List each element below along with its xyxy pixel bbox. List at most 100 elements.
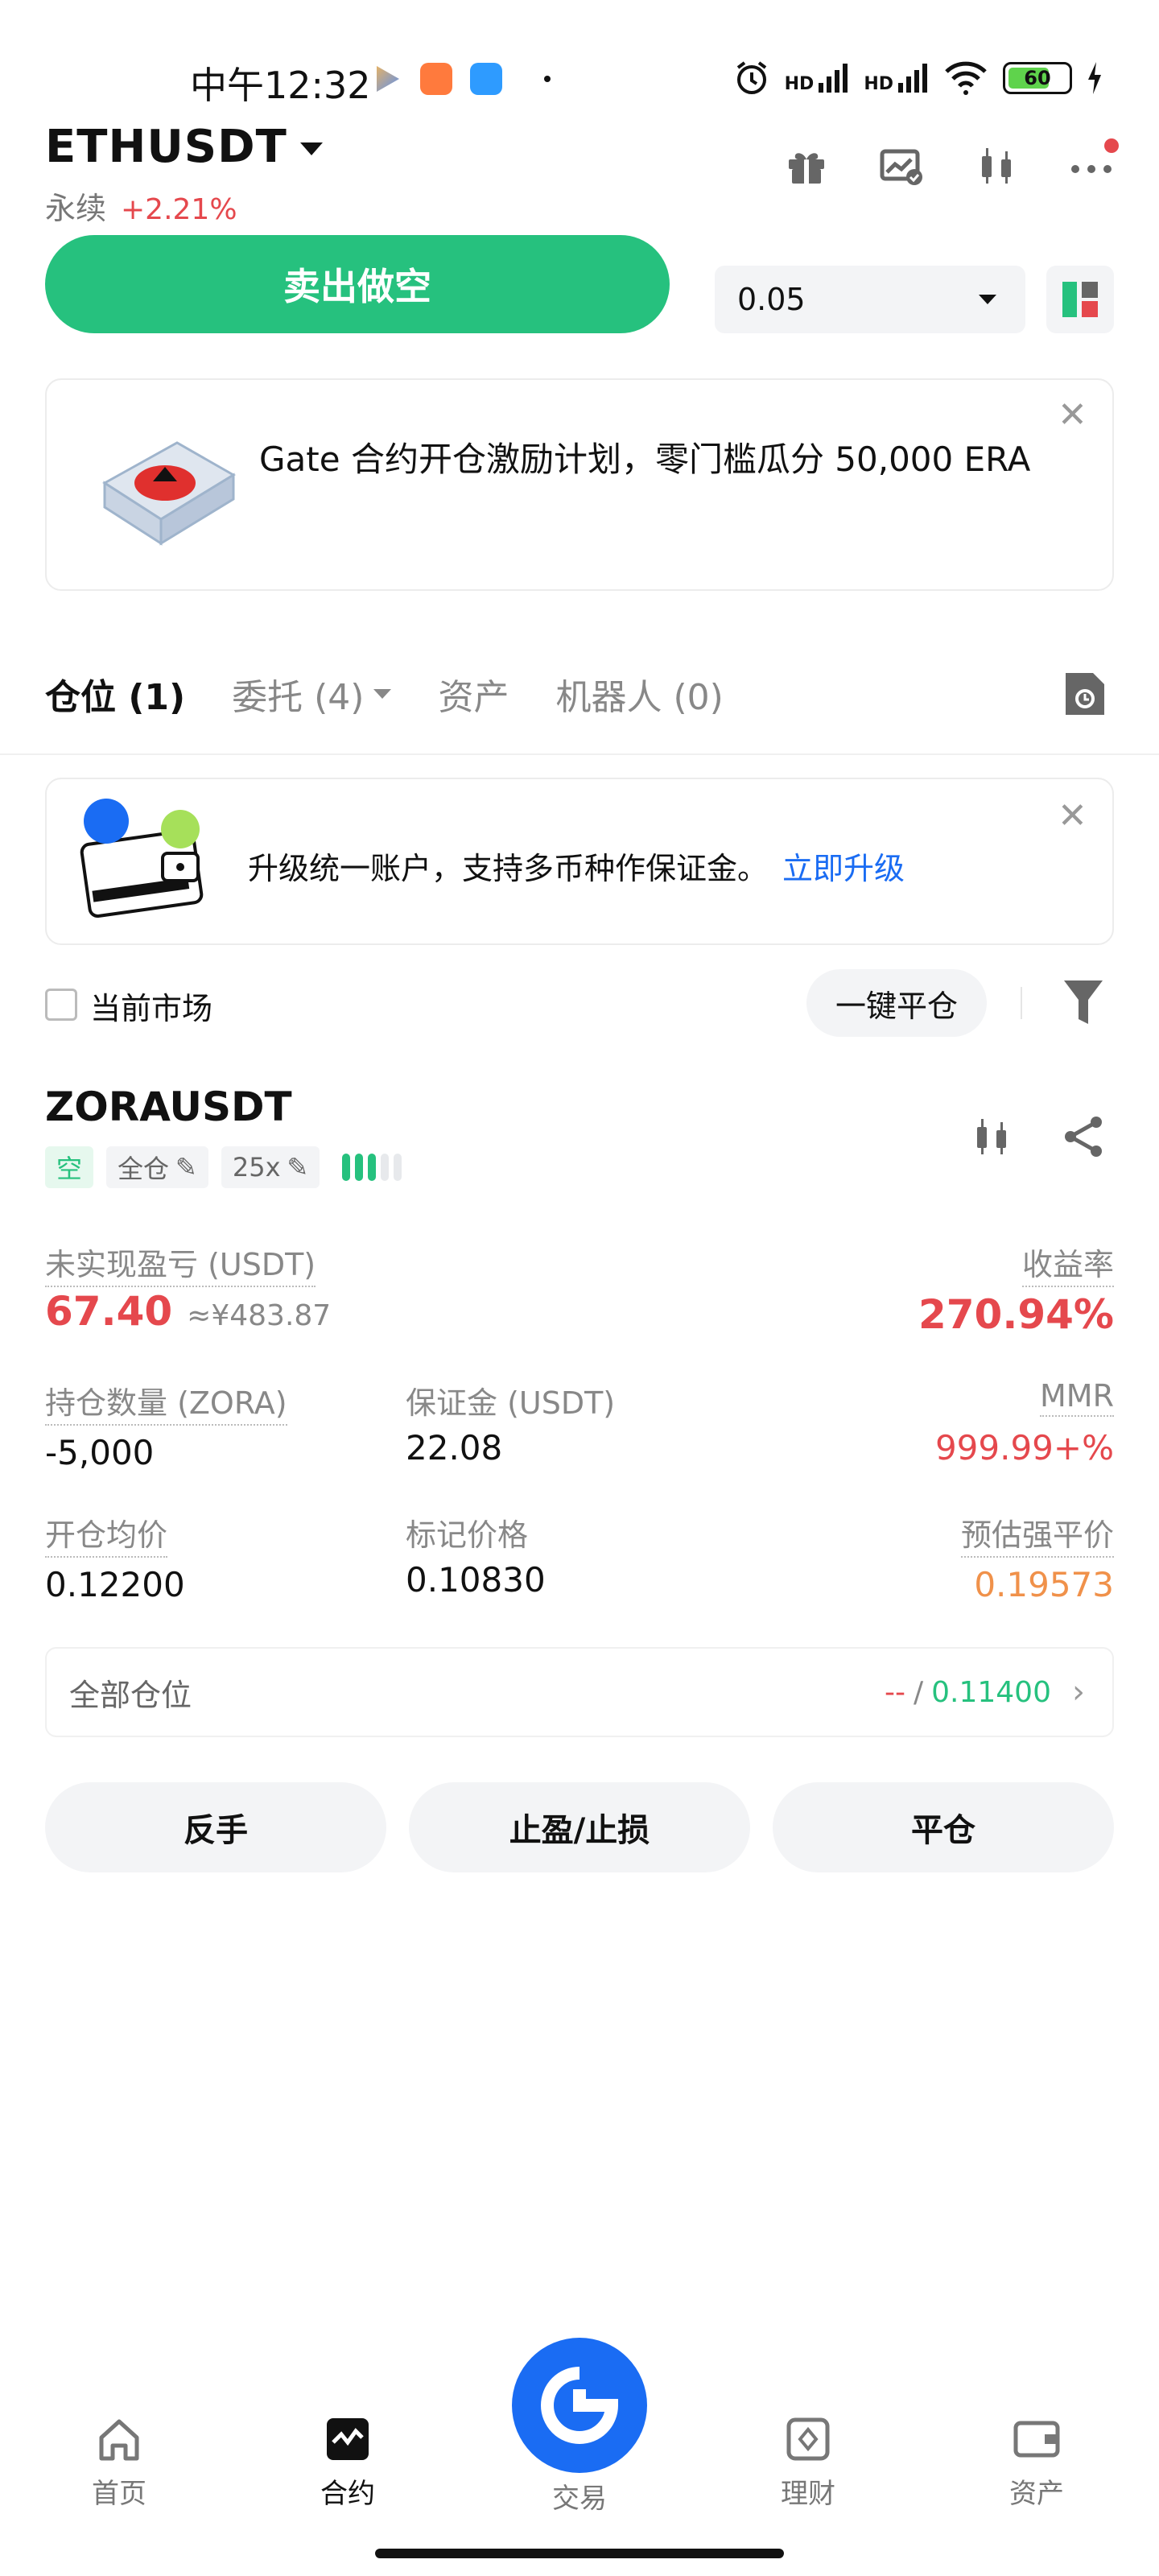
nav-earn[interactable]: 理财 — [744, 2415, 872, 2511]
nav-trade[interactable]: 交易 — [515, 2476, 644, 2516]
signal-2-icon: HD — [864, 62, 929, 94]
filter-icon[interactable] — [1062, 977, 1104, 1027]
leverage-label: 25x — [232, 1152, 281, 1183]
contract-type: 永续 — [45, 191, 107, 226]
roe-value: 270.94% — [918, 1291, 1114, 1338]
signal-2-label: HD — [864, 74, 893, 94]
battery-icon: 60 — [1003, 62, 1072, 94]
signal-1-icon: HD — [785, 62, 850, 94]
more-menu-button[interactable] — [1069, 138, 1119, 188]
leverage-tag[interactable]: 25x ✎ — [221, 1146, 320, 1188]
current-market-checkbox[interactable] — [45, 989, 77, 1021]
tab-orders[interactable]: 委托 (4) — [232, 668, 392, 720]
nav-label: 首页 — [92, 2478, 146, 2510]
roe-label[interactable]: 收益率 — [1021, 1240, 1114, 1287]
margin-value: 22.08 — [406, 1428, 503, 1468]
current-market-label: 当前市场 — [90, 991, 213, 1026]
close-all-button[interactable]: 一键平仓 — [806, 969, 987, 1037]
nav-home[interactable]: 首页 — [55, 2415, 184, 2511]
price-change: +2.21% — [121, 193, 237, 226]
tpsl-button[interactable]: 止盈/止损 — [409, 1782, 750, 1872]
size-label[interactable]: 持仓数量 (ZORA) — [45, 1378, 287, 1426]
unrealized-pnl-label[interactable]: 未实现盈亏 (USDT) — [45, 1240, 316, 1287]
unrealized-pnl-cny: ≈¥483.87 — [187, 1299, 332, 1332]
all-positions-label: 全部仓位 — [69, 1677, 192, 1713]
tab-label: 委托 (4) — [232, 677, 365, 718]
earn-icon — [786, 2417, 830, 2461]
cloud-app-icon — [470, 63, 502, 95]
wifi-icon — [945, 61, 987, 95]
tab-divider — [0, 753, 1159, 755]
reverse-button[interactable]: 反手 — [45, 1782, 386, 1872]
upgrade-link[interactable]: 立即升级 — [782, 851, 905, 886]
header-actions — [784, 138, 1119, 188]
notification-dot — [1104, 138, 1119, 153]
divider — [1021, 987, 1022, 1019]
unrealized-pnl-value: 67.40 — [45, 1288, 173, 1335]
entry-price-label[interactable]: 开仓均价 — [45, 1510, 168, 1558]
layout-toggle-button[interactable] — [1046, 266, 1114, 333]
trade-fab-button[interactable] — [512, 2338, 647, 2473]
margin-mode-label: 全仓 — [118, 1154, 170, 1184]
tab-label: 资产 — [438, 677, 509, 718]
position-symbol: ZORAUSDT — [45, 1084, 292, 1130]
pair-subtitle: 永续 +2.21% — [45, 184, 237, 228]
chevron-down-icon — [373, 689, 392, 699]
size-value: -5,000 — [45, 1433, 155, 1472]
home-indicator — [375, 2549, 784, 2558]
chart-verify-icon[interactable] — [879, 143, 924, 188]
candlestick-icon[interactable] — [974, 143, 1019, 188]
position-tags: 空 全仓 ✎ 25x ✎ — [45, 1146, 402, 1188]
amount-value: 0.05 — [737, 282, 806, 317]
nav-label: 资产 — [1009, 2478, 1064, 2510]
nav-label: 理财 — [781, 2478, 835, 2510]
mark-price-value: 0.10830 — [406, 1560, 546, 1600]
history-icon[interactable] — [1062, 670, 1107, 718]
mmr-value: 999.99+% — [934, 1428, 1114, 1468]
charging-icon — [1088, 62, 1101, 94]
status-time: 中午12:32 — [190, 64, 371, 107]
margin-mode-tag[interactable]: 全仓 ✎ — [106, 1146, 208, 1188]
tab-positions[interactable]: 仓位 (1) — [45, 668, 185, 720]
nav-assets[interactable]: 资产 — [972, 2415, 1101, 2511]
take-profit-value: -- — [885, 1675, 905, 1709]
mmr-label[interactable]: MMR — [1040, 1378, 1114, 1417]
gift-icon[interactable] — [784, 143, 829, 188]
amount-select[interactable]: 0.05 — [715, 266, 1025, 333]
tab-label: 仓位 (1) — [45, 677, 186, 718]
stop-loss-value: 0.11400 — [931, 1675, 1051, 1709]
tab-assets[interactable]: 资产 — [438, 668, 509, 720]
shop-app-icon — [420, 63, 452, 95]
sell-short-button[interactable]: 卖出做空 — [45, 235, 670, 333]
share-icon[interactable] — [1061, 1114, 1106, 1159]
nav-label: 交易 — [552, 2483, 607, 2515]
pair-selector[interactable]: ETHUSDT — [45, 121, 323, 173]
promo-box-illustration-icon — [102, 441, 236, 546]
close-position-button[interactable]: 平仓 — [773, 1782, 1114, 1872]
close-upgrade-button[interactable]: ✕ — [1058, 795, 1087, 836]
all-positions-tpsl: -- / 0.11400 › — [885, 1674, 1085, 1711]
tab-bots[interactable]: 机器人 (0) — [555, 668, 723, 720]
unrealized-pnl: 67.40 ≈¥483.87 — [45, 1288, 331, 1335]
nav-futures[interactable]: 合约 — [283, 2415, 412, 2511]
layout-icon — [1062, 282, 1098, 317]
status-app-icons — [370, 63, 551, 95]
mark-price-label: 标记价格 — [406, 1517, 529, 1553]
dot-icon — [544, 76, 551, 82]
side-tag: 空 — [45, 1146, 94, 1188]
all-positions-tpsl-row[interactable]: 全部仓位 -- / 0.11400 › — [45, 1647, 1114, 1737]
trade-icon — [541, 2367, 619, 2444]
wallet-illustration-icon — [80, 799, 204, 919]
home-icon — [99, 2419, 139, 2461]
upgrade-text: 升级统一账户，支持多币种作保证金。 — [248, 851, 769, 886]
candlestick-icon[interactable] — [969, 1114, 1014, 1159]
tab-label: 机器人 (0) — [555, 677, 724, 718]
play-app-icon — [377, 66, 399, 92]
close-promo-button[interactable]: ✕ — [1058, 394, 1087, 436]
futures-icon — [327, 2418, 369, 2460]
chevron-down-icon — [299, 142, 323, 155]
edit-icon: ✎ — [175, 1152, 197, 1183]
liq-price-label[interactable]: 预估强平价 — [960, 1510, 1114, 1558]
promo-text: Gate 合约开仓激励计划，零门槛瓜分 50,000 ERA — [259, 440, 1031, 479]
liq-price-value: 0.19573 — [974, 1565, 1114, 1604]
